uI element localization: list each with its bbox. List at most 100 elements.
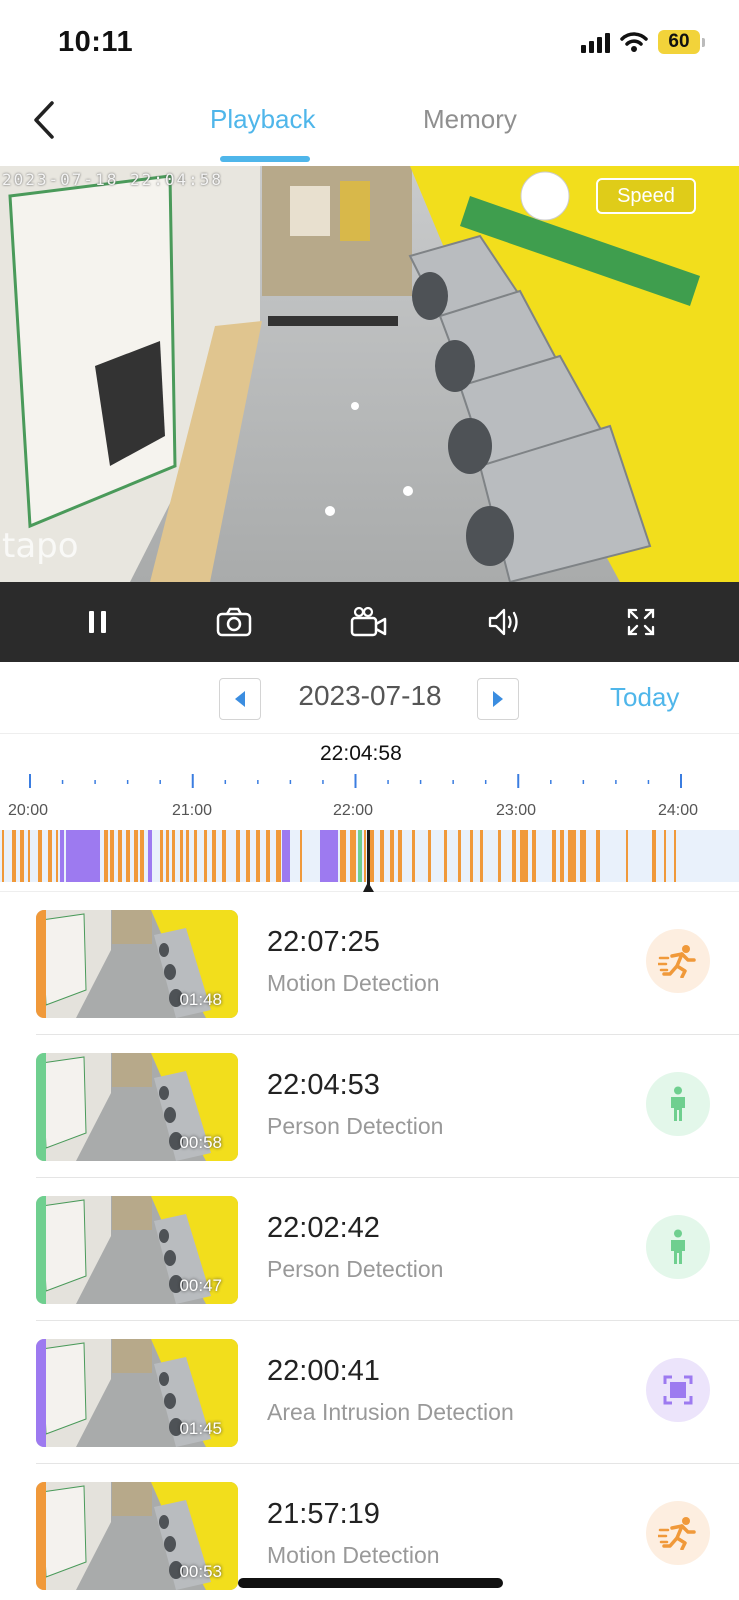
motion-event-mark: [498, 830, 501, 882]
event-color-stripe: [36, 1482, 46, 1590]
recording-item[interactable]: 01:48 22:07:25 Motion Detection: [36, 892, 739, 1035]
motion-event-mark: [652, 830, 656, 882]
fullscreen-button[interactable]: [619, 600, 663, 644]
recording-thumbnail[interactable]: 00:47: [36, 1196, 238, 1304]
recording-time: 22:00:41: [267, 1355, 380, 1387]
motion-event-mark: [512, 830, 516, 882]
back-button[interactable]: [24, 98, 64, 142]
active-tab-indicator: [220, 156, 310, 162]
motion-event-mark: [390, 830, 394, 882]
playback-controls: [0, 582, 739, 662]
recording-item[interactable]: 01:45 22:00:41 Area Intrusion Detection: [36, 1321, 739, 1464]
selected-date[interactable]: 2023-07-18: [270, 680, 470, 712]
motion-event-mark: [520, 830, 528, 882]
motion-event-mark: [370, 830, 374, 882]
recording-duration: 01:45: [179, 1419, 222, 1438]
motion-event-mark: [532, 830, 536, 882]
next-day-button[interactable]: [477, 678, 519, 720]
recording-duration: 00:53: [179, 1562, 222, 1581]
recording-event-type: Area Intrusion Detection: [267, 1399, 514, 1425]
tab-playback[interactable]: Playback: [210, 104, 316, 135]
volume-button[interactable]: [483, 600, 527, 644]
person-event-mark: [358, 830, 362, 882]
motion-event-mark: [126, 830, 130, 882]
motion-event-mark: [166, 830, 169, 882]
playhead-line: [367, 830, 370, 892]
recording-item[interactable]: 00:58 22:04:53 Person Detection: [36, 1035, 739, 1178]
motion-event-mark: [444, 830, 447, 882]
status-bar: 10:11 60: [0, 0, 739, 88]
timeline-scrubber[interactable]: 22:04:58 20:00 21:00 22:00 23:00 24:00: [0, 734, 739, 892]
running-person-icon: [646, 929, 710, 993]
motion-event-mark: [560, 830, 564, 882]
recording-time: 22:04:53: [267, 1069, 380, 1101]
motion-event-mark: [172, 830, 175, 882]
motion-event-mark: [222, 830, 226, 882]
header: Playback Memory: [0, 88, 739, 166]
event-color-stripe: [36, 910, 46, 1018]
area-event-mark: [60, 830, 64, 882]
person-icon: [646, 1072, 710, 1136]
snapshot-button[interactable]: [212, 600, 256, 644]
motion-event-mark: [552, 830, 556, 882]
motion-event-mark: [470, 830, 473, 882]
triangle-left-icon: [235, 691, 245, 707]
event-color-stripe: [36, 1339, 46, 1447]
motion-event-mark: [140, 830, 144, 882]
event-color-stripe: [36, 1196, 46, 1304]
previous-day-button[interactable]: [219, 678, 261, 720]
motion-event-mark: [364, 830, 366, 882]
motion-event-mark: [204, 830, 207, 882]
motion-event-mark: [674, 830, 676, 882]
hour-label: 22:00: [333, 802, 374, 819]
motion-event-mark: [134, 830, 138, 882]
status-time: 10:11: [58, 26, 134, 58]
home-indicator: [238, 1578, 503, 1588]
recording-thumbnail[interactable]: 01:45: [36, 1339, 238, 1447]
video-timestamp: 2023-07-18 22:04:58: [2, 170, 224, 189]
event-color-stripe: [36, 1053, 46, 1161]
motion-event-mark: [398, 830, 402, 882]
recording-event-type: Person Detection: [267, 1256, 444, 1282]
triangle-right-icon: [493, 691, 503, 707]
recording-thumbnail[interactable]: 01:48: [36, 910, 238, 1018]
motion-event-mark: [180, 830, 183, 882]
chevron-left-icon: [34, 101, 54, 139]
record-clip-button[interactable]: [347, 600, 391, 644]
pause-button[interactable]: [76, 600, 120, 644]
recording-thumbnail[interactable]: 00:58: [36, 1053, 238, 1161]
motion-event-mark: [236, 830, 240, 882]
motion-event-mark: [480, 830, 483, 882]
motion-event-mark: [276, 830, 281, 882]
motion-event-mark: [568, 830, 576, 882]
recording-thumbnail[interactable]: 00:53: [36, 1482, 238, 1590]
recording-time: 21:57:19: [267, 1498, 380, 1530]
area-event-mark: [148, 830, 152, 882]
area-event-mark: [320, 830, 338, 882]
battery-level: 60: [658, 30, 700, 54]
motion-event-mark: [194, 830, 197, 882]
motion-event-mark: [596, 830, 600, 882]
area-intrusion-icon: [646, 1358, 710, 1422]
timeline-events[interactable]: [0, 830, 739, 892]
wifi-icon: [620, 32, 648, 52]
hour-label: 21:00: [172, 802, 213, 819]
status-icons: 60: [581, 30, 705, 54]
recording-list: 01:48 22:07:25 Motion Detection 00:58 22:04:…: [0, 892, 739, 1600]
motion-event-mark: [160, 830, 163, 882]
recording-item[interactable]: 00:47 22:02:42 Person Detection: [36, 1178, 739, 1321]
cellular-signal-icon: [581, 31, 610, 53]
recording-event-type: Motion Detection: [267, 970, 440, 996]
hour-label: 24:00: [658, 802, 699, 819]
today-button[interactable]: Today: [610, 682, 679, 713]
recording-time: 22:02:42: [267, 1212, 380, 1244]
speed-button[interactable]: Speed: [596, 178, 696, 214]
motion-event-mark: [186, 830, 189, 882]
tab-memory[interactable]: Memory: [423, 104, 517, 135]
motion-event-mark: [118, 830, 122, 882]
motion-event-mark: [212, 830, 216, 882]
speaker-icon: [489, 608, 518, 636]
running-person-icon: [646, 1501, 710, 1565]
video-player[interactable]: 2023-07-18 22:04:58 Speed tapo: [0, 166, 739, 582]
motion-event-mark: [350, 830, 356, 882]
